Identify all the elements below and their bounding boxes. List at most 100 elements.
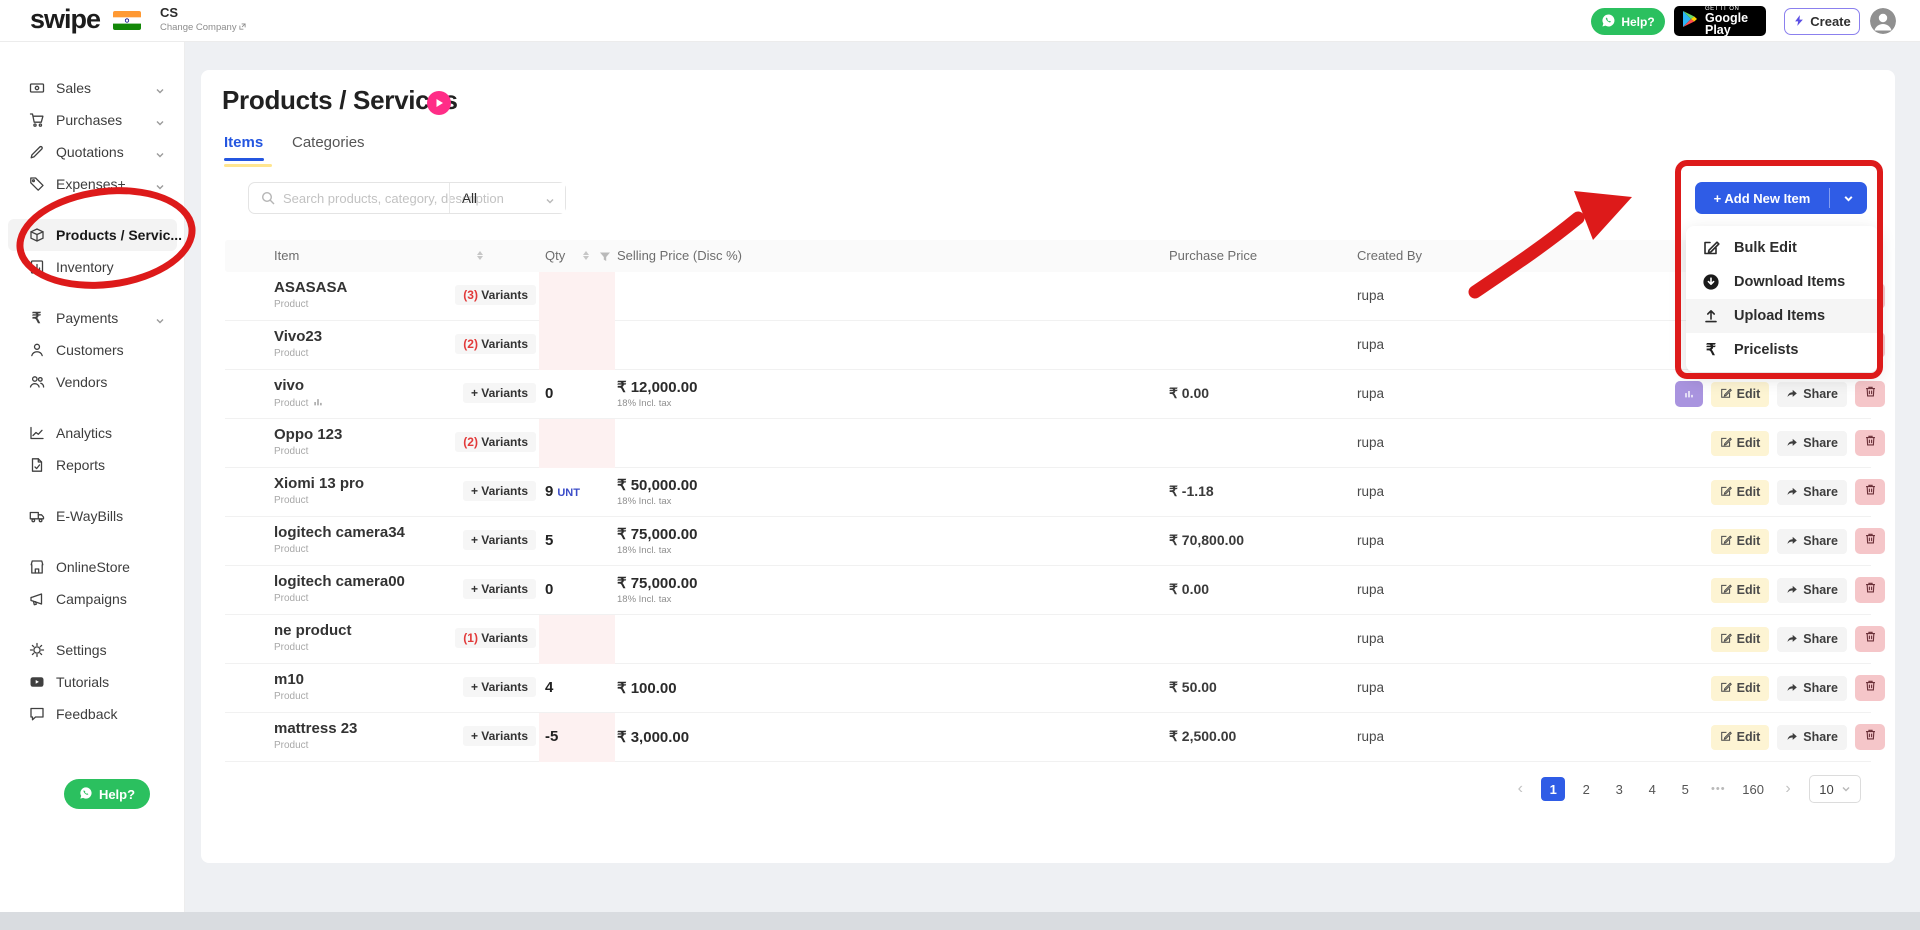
sidebar-item-inventory[interactable]: Inventory [0,251,185,283]
share-button[interactable]: Share [1777,626,1847,652]
qty-unit: UNT [557,487,580,499]
company-switcher[interactable]: CS Change Company [160,5,246,33]
edit-button[interactable]: Edit [1710,430,1770,456]
pagination-page-3[interactable]: 3 [1607,777,1631,801]
delete-button[interactable] [1855,528,1885,554]
variants-badge[interactable]: + Variants [462,579,536,599]
variants-badge[interactable]: + Variants [462,530,536,550]
tab-categories[interactable]: Categories [292,134,365,151]
edit-button[interactable]: Edit [1710,479,1770,505]
user-avatar[interactable] [1870,8,1896,34]
item-type: Product [274,691,309,702]
share-button[interactable]: Share [1777,724,1847,750]
variants-badge[interactable]: (2) Variants [455,432,536,452]
external-link-icon [239,23,246,30]
sidebar-item-analytics[interactable]: Analytics [0,417,185,449]
delete-button[interactable] [1855,381,1885,407]
item-name[interactable]: ASASASA [274,279,347,296]
edit-button[interactable]: Edit [1710,528,1770,554]
sidebar-item-reports[interactable]: Reports [0,449,185,481]
table-row: logitech camera34 Product + Variants 5 ₹ 75,… [225,517,1885,566]
item-name[interactable]: mattress 23 [274,720,357,737]
menu-item-download-items[interactable]: Download Items [1686,265,1878,299]
variants-badge[interactable]: + Variants [462,383,536,403]
share-button[interactable]: Share [1777,479,1847,505]
pagination-page-2[interactable]: 2 [1574,777,1598,801]
sidebar-item-label: E-WayBills [56,508,124,524]
add-new-item-button[interactable]: + Add New Item [1695,182,1867,214]
variants-badge[interactable]: (1) Variants [455,628,536,648]
item-name[interactable]: Oppo 123 [274,426,342,443]
sidebar-item-quotations[interactable]: Quotations [0,136,185,168]
sidebar-item-feedback[interactable]: Feedback [0,698,185,730]
share-button[interactable]: Share [1777,430,1847,456]
tab-items[interactable]: Items [224,134,263,151]
delete-button[interactable] [1855,626,1885,652]
variants-badge[interactable]: (3) Variants [455,285,536,305]
google-play-badge[interactable]: GET IT ON Google Play [1674,6,1766,36]
menu-item-upload-items[interactable]: Upload Items [1686,299,1878,333]
menu-item-pricelists[interactable]: ₹ Pricelists [1686,333,1878,367]
pagination-page-1[interactable]: 1 [1541,777,1566,801]
item-analytics-button[interactable] [1674,381,1703,407]
pagination-page-160[interactable]: 160 [1739,777,1767,801]
whatsapp-icon [1601,13,1616,31]
pagination-next[interactable]: › [1776,777,1800,801]
edit-button[interactable]: Edit [1710,626,1770,652]
edit-button[interactable]: Edit [1710,675,1770,701]
change-company-link[interactable]: Change Company [160,22,246,33]
delete-button[interactable] [1855,479,1885,505]
help-button[interactable]: Help? [1591,8,1665,35]
pagination-prev[interactable]: ‹ [1508,777,1532,801]
menu-item-bulk-edit[interactable]: Bulk Edit [1686,231,1878,265]
variants-badge[interactable]: + Variants [462,677,536,697]
item-name[interactable]: logitech camera00 [274,573,405,590]
sort-icon[interactable] [583,251,589,260]
pagination-ellipsis[interactable]: ••• [1706,777,1730,801]
item-name[interactable]: Vivo23 [274,328,322,345]
sidebar-item-settings[interactable]: Settings [0,634,185,666]
item-name[interactable]: m10 [274,671,304,688]
delete-button[interactable] [1855,577,1885,603]
variants-badge[interactable]: + Variants [462,481,536,501]
category-filter-select[interactable]: All [450,183,567,213]
sidebar-item-products[interactable]: Products / Servic... [8,219,182,251]
pagination-page-4[interactable]: 4 [1640,777,1664,801]
pagination-page-5[interactable]: 5 [1673,777,1697,801]
filter-funnel-icon[interactable] [599,250,611,268]
share-button[interactable]: Share [1777,675,1847,701]
variants-badge[interactable]: (2) Variants [455,334,536,354]
share-button[interactable]: Share [1777,528,1847,554]
sidebar-help-button[interactable]: Help? [64,779,150,809]
share-button[interactable]: Share [1777,381,1847,407]
edit-icon [1720,436,1732,451]
sidebar-item-sales[interactable]: Sales [0,72,185,104]
edit-button[interactable]: Edit [1710,381,1770,407]
sidebar-item-tutorials[interactable]: Tutorials [0,666,185,698]
edit-button[interactable]: Edit [1710,577,1770,603]
item-name[interactable]: Xiomi 13 pro [274,475,364,492]
item-name[interactable]: logitech camera34 [274,524,405,541]
chevron-down-icon[interactable] [1830,193,1867,204]
tutorial-play-button[interactable] [427,91,451,115]
sidebar-item-vendors[interactable]: Vendors [0,366,185,398]
delete-button[interactable] [1855,675,1885,701]
delete-button[interactable] [1855,430,1885,456]
sidebar-item-ewaybills[interactable]: E-WayBills [0,500,185,532]
item-name[interactable]: vivo [274,377,304,394]
create-button[interactable]: Create [1784,8,1860,35]
delete-button[interactable] [1855,724,1885,750]
sidebar-item-customers[interactable]: Customers [0,334,185,366]
sidebar-item-purchases[interactable]: Purchases [0,104,185,136]
sidebar-item-expenses[interactable]: Expenses+ [0,168,185,200]
sidebar-item-campaigns[interactable]: Campaigns [0,583,185,615]
share-button[interactable]: Share [1777,577,1847,603]
sort-icon[interactable] [477,251,483,260]
edit-button[interactable]: Edit [1710,724,1770,750]
variants-badge[interactable]: + Variants [462,726,536,746]
item-name[interactable]: ne product [274,622,352,639]
bottom-strip [0,912,1920,930]
sidebar-item-payments[interactable]: ₹ Payments [0,302,185,334]
page-size-select[interactable]: 10 [1809,775,1861,803]
sidebar-item-onlinestore[interactable]: OnlineStore [0,551,185,583]
